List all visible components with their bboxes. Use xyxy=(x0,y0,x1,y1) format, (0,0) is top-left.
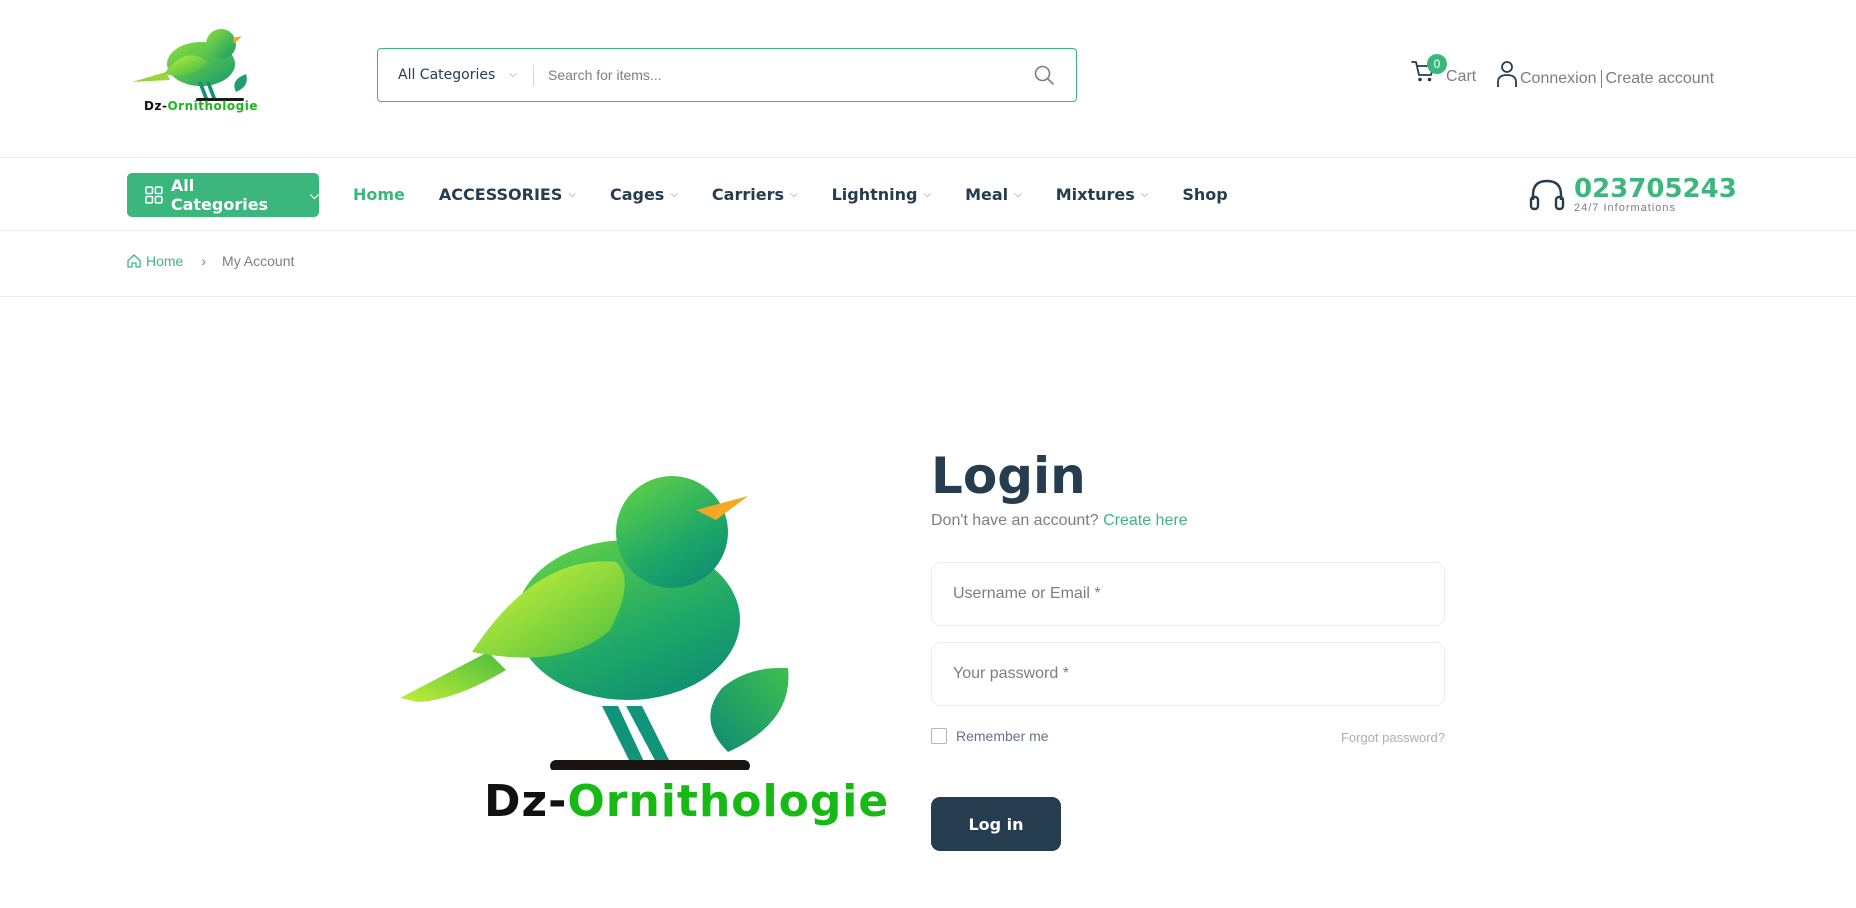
search-divider xyxy=(533,65,534,86)
nav-item-label: Lightning xyxy=(831,185,918,204)
remember-me[interactable]: Remember me xyxy=(931,727,1049,744)
hotline-number[interactable]: 023705243 xyxy=(1574,176,1737,202)
account-separator xyxy=(1600,70,1602,88)
create-account-link[interactable]: Create account xyxy=(1606,70,1715,88)
chevron-down-icon: ⌵ xyxy=(1014,189,1022,200)
breadcrumb-bar: Home › My Account xyxy=(0,231,1856,297)
breadcrumb-separator: › xyxy=(201,253,207,269)
nav-item-label: Cages xyxy=(609,185,665,204)
all-categories-button[interactable]: All Categories ⌵ xyxy=(127,173,319,217)
cart-count-badge: 0 xyxy=(1427,54,1447,74)
account-links: Connexion Create account xyxy=(1496,60,1714,88)
nav-item-label: Carriers xyxy=(711,185,784,204)
chevron-down-icon: ⌵ xyxy=(509,69,517,80)
breadcrumb-home-label: Home xyxy=(146,253,184,269)
main-nav-bar: All Categories ⌵ Home ACCESSORIES ⌵ Cage… xyxy=(0,158,1856,231)
home-icon xyxy=(127,254,141,268)
hotline: 023705243 24/7 Informations xyxy=(1528,176,1737,214)
site-logo[interactable]: Dz-Ornithologie xyxy=(126,24,276,116)
nav-item-home[interactable]: Home xyxy=(353,185,405,204)
logo-text: Dz-Ornithologie xyxy=(144,99,258,113)
search-bar: All Categories ⌵ xyxy=(377,48,1077,102)
nav-item-label: ACCESSORIES xyxy=(438,185,563,204)
grid-icon xyxy=(145,186,163,204)
nav-item-label: Meal xyxy=(965,185,1009,204)
login-form: Login Don't have an account? Create here… xyxy=(931,446,1445,851)
search-category-label: All Categories xyxy=(398,67,496,83)
search-category-select[interactable]: All Categories ⌵ xyxy=(398,49,517,101)
create-here-link[interactable]: Create here xyxy=(1103,512,1188,529)
all-categories-label: All Categories xyxy=(170,176,269,214)
nav-item-label: Mixtures xyxy=(1055,185,1135,204)
hero-brand-text: Dz-Ornithologie xyxy=(484,776,890,827)
nav-item-meal[interactable]: Meal ⌵ xyxy=(965,185,1022,204)
breadcrumb-home[interactable]: Home xyxy=(126,253,183,269)
remember-checkbox[interactable] xyxy=(931,727,947,744)
main-menu: Home ACCESSORIES ⌵ Cages ⌵ Carriers ⌵ Li… xyxy=(353,158,1262,231)
chevron-down-icon: ⌵ xyxy=(923,189,932,200)
cart-label: Cart xyxy=(1446,68,1477,85)
login-title: Login xyxy=(931,447,1086,505)
password-field[interactable] xyxy=(931,642,1445,706)
bird-logo-icon xyxy=(132,29,247,101)
nav-item-accessories[interactable]: ACCESSORIES ⌵ xyxy=(439,185,576,204)
top-header: Dz-Ornithologie All Categories ⌵ 0 Cart xyxy=(0,0,1856,158)
remember-label: Remember me xyxy=(956,727,1049,744)
breadcrumb-current: My Account xyxy=(222,253,295,269)
chevron-down-icon: ⌵ xyxy=(670,189,678,200)
search-input[interactable] xyxy=(548,61,998,89)
username-field[interactable] xyxy=(931,562,1445,626)
hotline-text: 023705243 24/7 Informations xyxy=(1574,176,1737,214)
nav-item-label: Home xyxy=(353,185,405,204)
login-button[interactable]: Log in xyxy=(931,797,1061,851)
headset-icon xyxy=(1529,179,1565,211)
chevron-down-icon: ⌵ xyxy=(790,189,798,200)
nav-item-label: Shop xyxy=(1182,185,1228,204)
login-link[interactable]: Connexion xyxy=(1520,70,1597,88)
nav-item-cages[interactable]: Cages ⌵ xyxy=(610,185,678,204)
forgot-password-link[interactable]: Forgot password? xyxy=(1341,730,1445,745)
user-icon xyxy=(1497,61,1517,87)
login-subtitle: Don't have an account? Create here xyxy=(931,512,1445,530)
nav-item-mixtures[interactable]: Mixtures ⌵ xyxy=(1056,185,1149,204)
nav-item-lightning[interactable]: Lightning ⌵ xyxy=(832,185,931,204)
search-icon[interactable] xyxy=(1032,63,1056,87)
bird-logo-icon xyxy=(400,476,789,772)
remember-row: Remember me Forgot password? xyxy=(931,726,1445,745)
cart-icon-wrap: 0 xyxy=(1410,54,1447,86)
chevron-down-icon: ⌵ xyxy=(568,189,576,200)
chevron-down-icon: ⌵ xyxy=(309,187,319,202)
nav-item-carriers[interactable]: Carriers ⌵ xyxy=(712,185,798,204)
nav-item-shop[interactable]: Shop xyxy=(1182,185,1227,204)
no-account-text: Don't have an account? xyxy=(931,512,1099,529)
breadcrumb: Home › My Account xyxy=(126,253,294,269)
chevron-down-icon: ⌵ xyxy=(1140,189,1149,200)
cart-button[interactable]: 0 Cart xyxy=(1410,54,1477,86)
